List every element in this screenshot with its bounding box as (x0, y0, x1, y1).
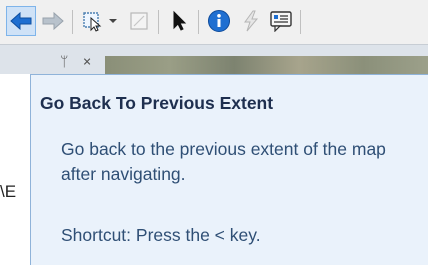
html-popup-button[interactable] (266, 6, 296, 36)
path-fragment: \E (0, 182, 17, 201)
toolbar-separator (198, 10, 199, 34)
back-button[interactable] (6, 6, 36, 36)
select-features-icon (83, 12, 102, 32)
tooltip-shortcut: Shortcut: Press the < key. (61, 225, 261, 245)
toolbar-separator (158, 10, 159, 34)
forward-arrow-icon (42, 12, 64, 30)
map-imagery (105, 56, 428, 74)
chevron-down-icon (109, 19, 117, 23)
toolbar-separator (72, 10, 73, 34)
identify-button[interactable] (204, 6, 234, 36)
clear-selection-button[interactable] (124, 6, 154, 36)
html-popup-icon (270, 11, 292, 32)
toolbar-separator (300, 10, 301, 34)
close-icon[interactable]: × (83, 54, 91, 70)
clear-selection-icon (130, 12, 148, 30)
back-arrow-icon (10, 12, 32, 30)
identify-icon (208, 10, 230, 32)
pin-icon[interactable]: ᛘ (60, 54, 68, 70)
select-features-dropdown[interactable] (104, 6, 122, 36)
forward-button[interactable] (38, 6, 68, 36)
panel-controls: ᛘ × (60, 54, 91, 70)
tooltip-description: Go back to the previous extent of the ma… (61, 139, 386, 184)
hyperlink-lightning-icon (244, 10, 259, 32)
tooltip: Go Back To Previous Extent Go back to th… (30, 74, 428, 265)
hyperlink-button[interactable] (236, 6, 266, 36)
tooltip-title: Go Back To Previous Extent (40, 93, 274, 113)
select-elements-button[interactable] (164, 6, 194, 36)
select-elements-icon (173, 10, 187, 31)
toolbar (0, 0, 428, 44)
